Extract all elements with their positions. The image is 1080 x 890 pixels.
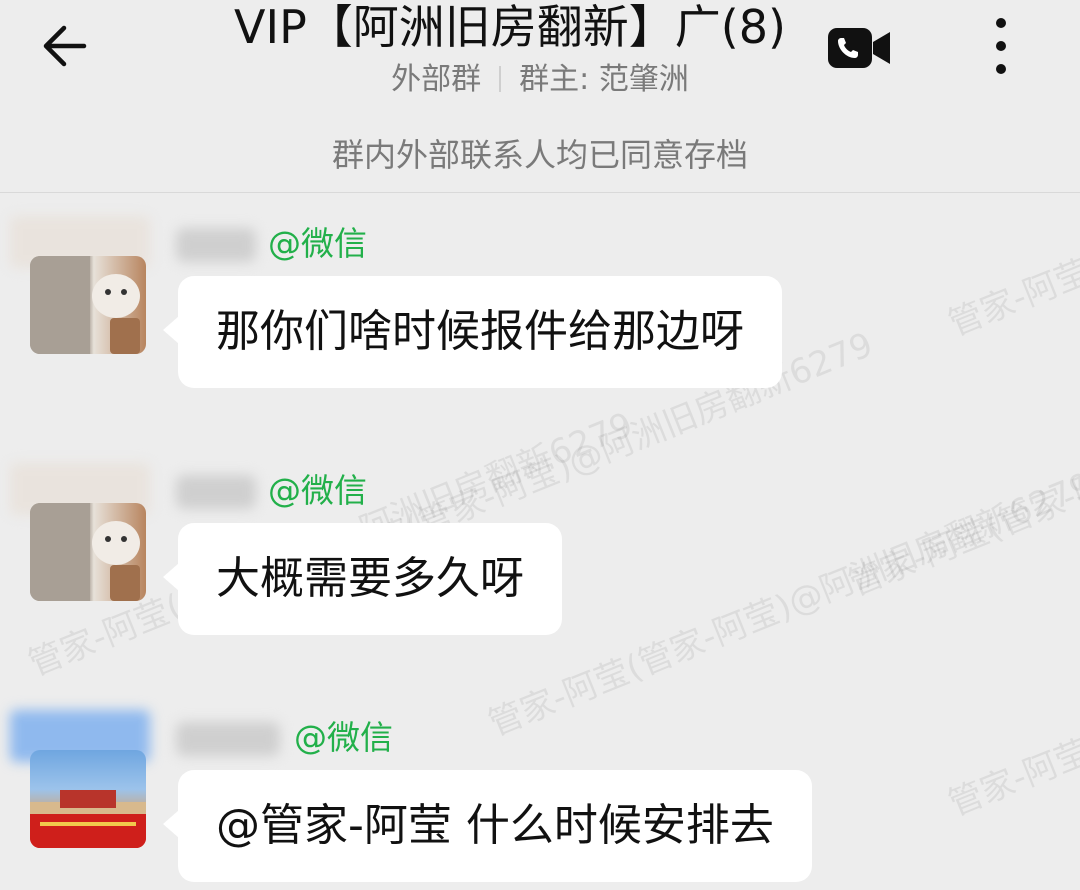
message-bubble[interactable]: 大概需要多久呀	[163, 523, 562, 635]
message-bubble[interactable]: @管家-阿莹 什么时候安排去	[163, 770, 812, 882]
archive-notice: 群内外部联系人均已同意存档	[331, 136, 748, 174]
message-item: @微信 大概需要多久呀	[0, 463, 1080, 643]
avatar-photo-icon	[30, 503, 140, 601]
more-options-button[interactable]	[988, 14, 1014, 78]
wechat-source-tag: @微信	[268, 224, 367, 263]
chat-subtitle: 外部群 群主: 范肇洲	[0, 58, 1080, 102]
sender-name-blurred	[176, 475, 256, 509]
avatar-photo-icon	[30, 256, 140, 354]
video-call-icon	[828, 28, 890, 68]
sender-name-blurred	[176, 722, 280, 756]
sender-name-blurred	[176, 228, 256, 262]
message-bubble[interactable]: 那你们啥时候报件给那边呀	[163, 276, 782, 388]
wechat-source-tag: @微信	[268, 471, 367, 510]
message-item: @微信 @管家-阿莹 什么时候安排去	[0, 710, 1080, 890]
wechat-source-tag: @微信	[294, 718, 393, 757]
chat-header: VIP【阿洲旧房翻新】广(8) 外部群 群主: 范肇洲 群内外部联系人均已同意存档	[0, 0, 1080, 193]
avatar[interactable]	[30, 503, 146, 601]
chat-title: VIP【阿洲旧房翻新】广(8)	[234, 0, 786, 54]
divider	[499, 66, 502, 92]
group-owner-label: 群主: 范肇洲	[519, 62, 689, 97]
avatar[interactable]	[30, 256, 146, 354]
more-vertical-icon	[996, 18, 1006, 74]
video-call-button[interactable]	[826, 26, 894, 70]
avatar[interactable]	[30, 750, 146, 848]
group-type-label: 外部群	[391, 62, 482, 97]
avatar-photo-icon	[30, 790, 146, 848]
message-item: @微信 那你们啥时候报件给那边呀	[0, 216, 1080, 396]
